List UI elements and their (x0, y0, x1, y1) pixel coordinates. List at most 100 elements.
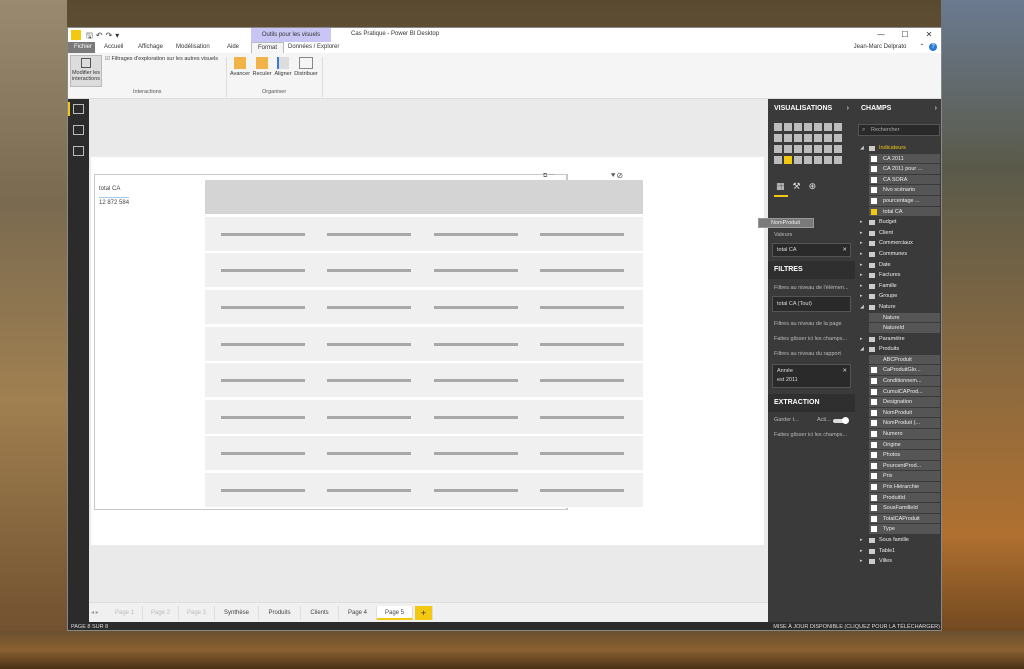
checkbox[interactable] (871, 176, 877, 183)
values-well[interactable]: total CA ✕ (772, 243, 851, 257)
tab-format[interactable]: Format (251, 42, 285, 53)
maximize-button[interactable]: ☐ (893, 28, 917, 42)
field-item[interactable]: Numero (869, 429, 940, 440)
field-item[interactable]: Nature (869, 312, 940, 324)
checkbox[interactable] (871, 441, 877, 448)
filled-map-icon[interactable] (814, 145, 822, 153)
map-icon[interactable] (804, 145, 812, 153)
checkbox[interactable] (871, 515, 877, 522)
field-item[interactable]: CumulCAProd... (869, 386, 940, 398)
table-icon[interactable] (784, 156, 792, 164)
percent-column-icon[interactable] (824, 123, 832, 131)
page-nav-arrows[interactable]: ◂ ▸ (91, 606, 99, 620)
modify-interactions-button[interactable]: Modifier les interactions (70, 55, 102, 87)
minimize-button[interactable]: — (869, 28, 893, 42)
field-item[interactable]: Designation (869, 397, 940, 408)
field-item[interactable]: CA 2011 pour ... (869, 164, 940, 175)
collapsed-arrow-icon[interactable]: ▸ (860, 535, 863, 546)
page-tab[interactable]: Clients (301, 606, 339, 620)
checkbox[interactable] (871, 452, 877, 459)
waterfall-icon[interactable] (824, 134, 832, 142)
field-table[interactable]: ▸ Famille (855, 281, 941, 292)
field-item[interactable]: CaProduitGlo... (869, 365, 940, 377)
collapsed-arrow-icon[interactable]: ▸ (860, 270, 863, 281)
stacked-bar-icon[interactable] (774, 123, 782, 131)
field-table[interactable]: ▸ Villes (855, 556, 941, 567)
field-item[interactable]: total CA (869, 206, 940, 218)
checkbox[interactable] (871, 367, 877, 374)
field-item[interactable]: NatureId (869, 323, 940, 334)
advance-button[interactable]: Avancer (230, 57, 250, 77)
checkbox[interactable] (871, 166, 877, 173)
field-table[interactable]: ▸ Table1 (855, 546, 941, 557)
field-item[interactable]: Nvo scénario (869, 185, 940, 196)
report-view-icon[interactable] (73, 104, 84, 114)
donut-icon[interactable] (784, 145, 792, 153)
field-table[interactable]: ▸ Factures (855, 270, 941, 281)
stacked-area-icon[interactable] (784, 134, 792, 142)
data-view-icon[interactable] (73, 125, 84, 135)
analytics-tab-icon[interactable]: ⊕ (809, 182, 825, 192)
collapsed-arrow-icon[interactable]: ▸ (860, 334, 863, 345)
checkbox[interactable] (871, 420, 877, 427)
field-item[interactable]: Type (869, 524, 940, 535)
field-item[interactable]: pourcentage ... (869, 195, 940, 207)
fields-search-input[interactable]: ⌕ Rechercher (858, 124, 940, 136)
tab-modelisation[interactable]: Modélisation (170, 42, 216, 53)
field-item[interactable]: ProduitId (869, 492, 940, 504)
field-item[interactable]: SousFamilleId (869, 503, 940, 514)
remove-filter-icon[interactable]: ✕ (842, 367, 847, 376)
field-table[interactable]: ▸ Sous famille (855, 535, 941, 546)
page-tab[interactable]: Page 3 (179, 606, 215, 620)
field-table[interactable]: ▸ Communes (855, 249, 941, 260)
field-table[interactable]: ▸ Paramètre (855, 334, 941, 345)
distribute-button[interactable]: Distribuer (293, 57, 319, 77)
checkbox[interactable] (871, 409, 877, 416)
field-item[interactable]: Prix (869, 471, 940, 482)
collapsed-arrow-icon[interactable]: ▸ (860, 217, 863, 228)
format-tab-icon[interactable]: ⚒ (793, 182, 809, 192)
field-item[interactable]: NomProduit (... (869, 418, 940, 430)
align-button[interactable]: Aligner (273, 57, 293, 77)
field-table[interactable]: ◢ Indicateurs (855, 143, 941, 154)
checkbox[interactable] (871, 473, 877, 480)
field-table[interactable]: ▸ Client (855, 228, 941, 239)
dragging-field-chip[interactable]: NomProduit (758, 218, 814, 228)
clustered-bar-icon[interactable] (794, 123, 802, 131)
ribbon-chart-icon[interactable] (814, 134, 822, 142)
matrix-icon[interactable] (794, 156, 802, 164)
field-table[interactable]: ◢ Nature (855, 302, 941, 313)
pie-chart-icon[interactable] (774, 145, 782, 153)
back-button[interactable]: Reculer (252, 57, 272, 77)
checkbox[interactable] (871, 505, 877, 512)
page-tab[interactable]: Page 4 (339, 606, 377, 620)
tab-donnees-explorer[interactable]: Données / Explorer (282, 42, 345, 53)
page-tab-active[interactable]: Page 5 (377, 606, 413, 620)
checkbox[interactable] (871, 484, 877, 490)
globe-icon[interactable] (824, 156, 832, 164)
field-item[interactable]: CA 2011 (869, 153, 940, 165)
clear-filter-icon[interactable]: ⊘ (616, 171, 623, 180)
page-tab[interactable]: Page 1 (107, 606, 143, 620)
collapsed-arrow-icon[interactable]: ▸ (860, 238, 863, 249)
checkbox[interactable] (871, 526, 877, 533)
field-item[interactable]: ABCProduit (869, 354, 940, 366)
scatter-icon[interactable] (834, 134, 842, 142)
area-chart-icon[interactable] (774, 134, 782, 142)
page-filters-drop-zone[interactable]: Faites glisser ici les champs... (774, 336, 847, 342)
collapsed-arrow-icon[interactable]: ▸ (860, 546, 863, 557)
drill-filter-checkbox[interactable]: ☑ Filtrages d'exploration sur les autres… (105, 56, 218, 62)
report-filter-card[interactable]: Année est 2011 ✕ (772, 364, 851, 388)
card-icon[interactable] (774, 156, 782, 164)
tab-accueil[interactable]: Accueil (98, 42, 129, 53)
add-page-button[interactable]: + (415, 606, 433, 620)
field-item[interactable]: Origine (869, 439, 940, 451)
treemap-icon[interactable] (794, 145, 802, 153)
more-visuals-icon[interactable] (834, 156, 842, 164)
collapsed-arrow-icon[interactable]: ▸ (860, 228, 863, 239)
field-item[interactable]: TotalCAProduit (869, 513, 940, 525)
tab-aide[interactable]: Aide (221, 42, 245, 53)
collapsed-arrow-icon[interactable]: ▸ (860, 249, 863, 260)
checkbox[interactable] (871, 388, 877, 395)
extraction-drop-zone[interactable]: Faites glisser ici les champs... (774, 432, 847, 438)
